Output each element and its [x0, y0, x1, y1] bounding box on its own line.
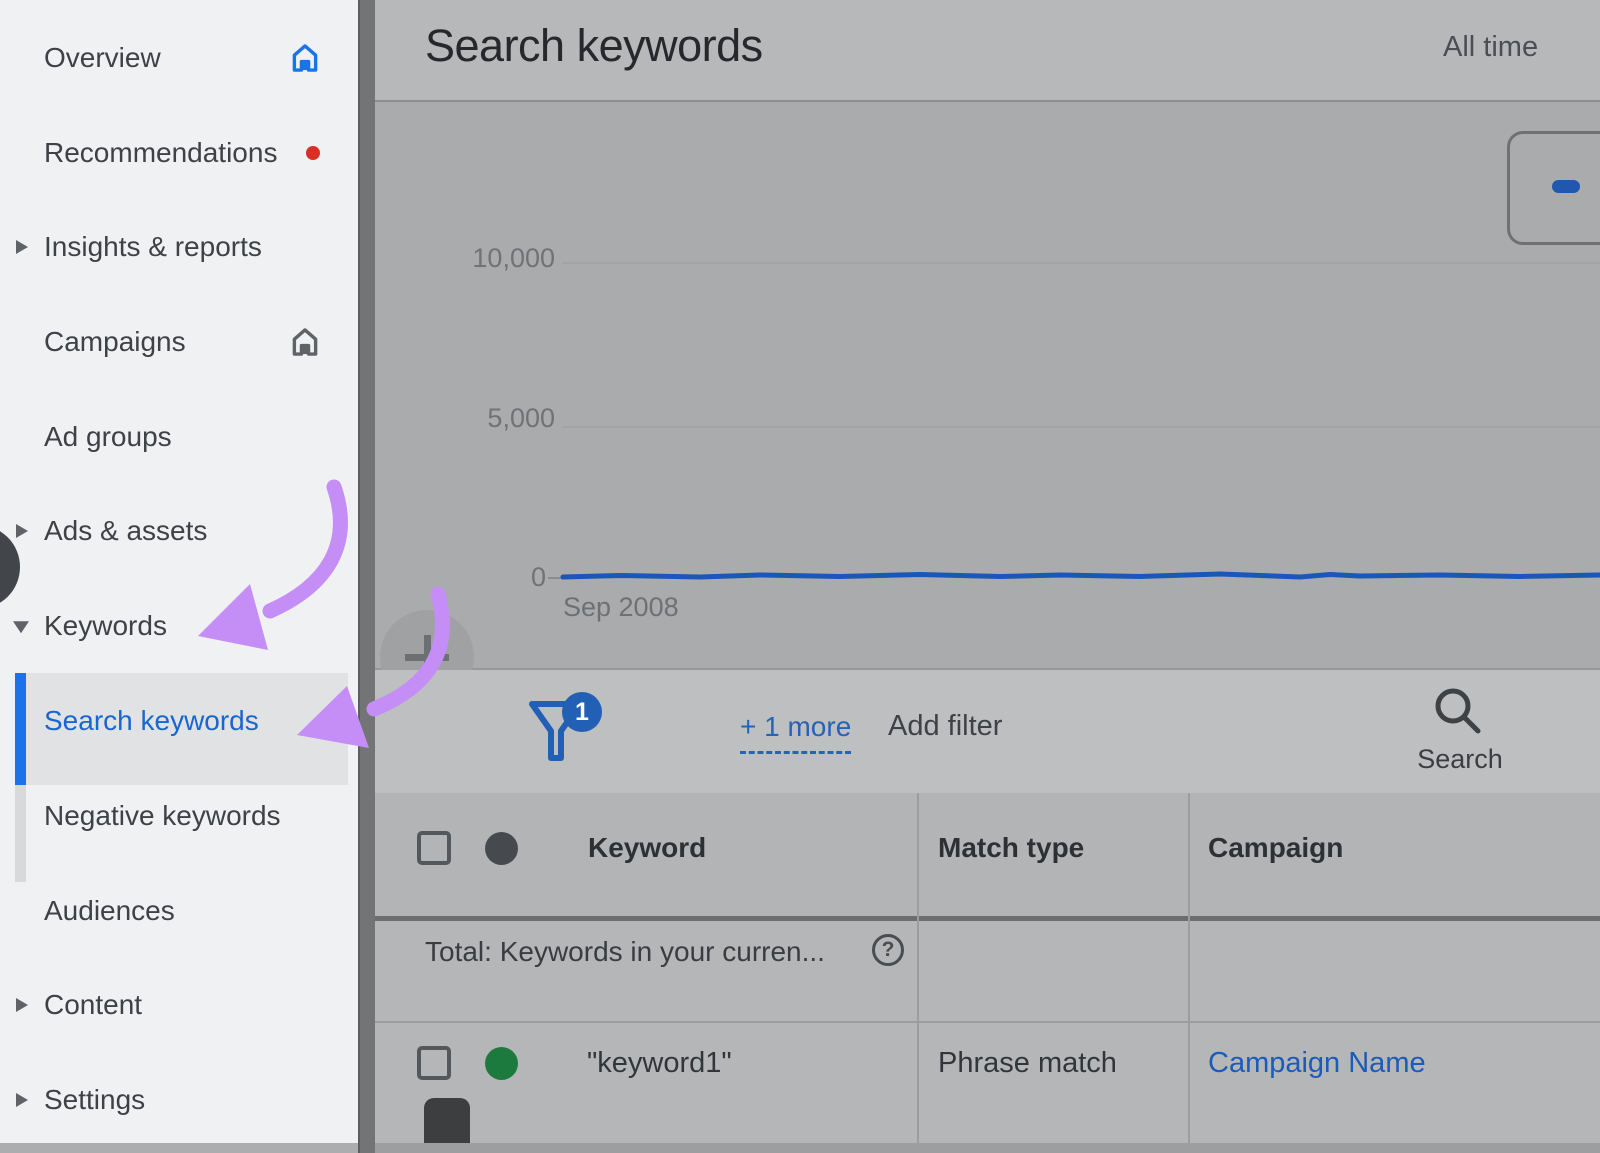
column-header-campaign[interactable]: Campaign	[1208, 832, 1343, 864]
sidebar-item-content[interactable]: Content	[0, 973, 358, 1037]
sidebar-item-label: Audiences	[44, 895, 175, 927]
page-title: Search keywords	[425, 20, 763, 72]
row-checkbox[interactable]	[417, 1046, 451, 1080]
campaign-link[interactable]: Campaign Name	[1208, 1047, 1426, 1080]
google-ads-app: Overview Recommendations Insights & repo…	[0, 0, 1600, 1153]
search-button-label: Search	[1408, 744, 1512, 775]
home-icon	[288, 325, 322, 359]
sidebar-item-negative-keywords[interactable]: Negative keywords	[0, 784, 358, 848]
sidebar-item-label: Recommendations	[44, 137, 277, 169]
chart-line-series	[375, 102, 1600, 668]
match-type-cell: Phrase match	[938, 1047, 1117, 1080]
column-header-keyword[interactable]: Keyword	[588, 832, 706, 864]
chevron-right-icon	[16, 1093, 28, 1107]
help-icon[interactable]: ?	[872, 934, 904, 966]
sidebar-item-label: Ad groups	[44, 421, 172, 453]
column-divider	[1188, 793, 1190, 1143]
sidebar-item-label: Settings	[44, 1084, 145, 1116]
notification-dot-icon	[306, 146, 320, 160]
sidebar-item-campaigns[interactable]: Campaigns	[0, 310, 358, 374]
home-icon	[288, 41, 322, 75]
search-icon	[1432, 685, 1486, 739]
sidebar-item-keywords[interactable]: Keywords	[0, 594, 358, 658]
sidebar-item-label: Ads & assets	[44, 515, 207, 547]
sidebar-item-recommendations[interactable]: Recommendations	[0, 121, 358, 185]
sidebar-bottom-edge	[0, 1143, 358, 1153]
filter-count-badge: 1	[562, 692, 602, 732]
column-divider	[917, 793, 919, 1143]
total-row-label: Total: Keywords in your curren...	[425, 936, 825, 968]
status-enabled-icon[interactable]	[485, 1047, 518, 1080]
table-header-underline	[375, 916, 1600, 921]
status-column-icon	[485, 832, 518, 865]
row-divider	[375, 1021, 1600, 1023]
filters-more-link[interactable]: + 1 more	[740, 711, 851, 754]
sidebar-item-label: Search keywords	[44, 705, 259, 737]
column-header-match-type[interactable]: Match type	[938, 832, 1084, 864]
select-all-checkbox[interactable]	[417, 831, 451, 865]
sidebar-item-overview[interactable]: Overview	[0, 26, 358, 90]
sidebar-item-ads-assets[interactable]: Ads & assets	[0, 499, 358, 563]
sidebar-item-ad-groups[interactable]: Ad groups	[0, 405, 358, 469]
add-filter-button[interactable]: Add filter	[888, 710, 1002, 743]
sidebar-nav: Overview Recommendations Insights & repo…	[0, 0, 358, 1153]
date-range-selector[interactable]: All time	[1443, 31, 1538, 64]
sidebar-item-label: Negative keywords	[44, 800, 281, 832]
sidebar-item-search-keywords[interactable]: Search keywords	[0, 689, 358, 753]
sidebar-item-label: Insights & reports	[44, 231, 262, 263]
scrollbar-thumb[interactable]	[424, 1098, 470, 1143]
sidebar-item-settings[interactable]: Settings	[0, 1068, 358, 1132]
sidebar-item-label: Overview	[44, 42, 161, 74]
keyword-cell: "keyword1"	[587, 1047, 732, 1080]
sidebar-main-divider	[358, 0, 375, 1153]
chevron-right-icon	[16, 240, 28, 254]
sidebar-item-label: Keywords	[44, 610, 167, 642]
chevron-right-icon	[16, 998, 28, 1012]
sidebar-item-insights-reports[interactable]: Insights & reports	[0, 215, 358, 279]
sidebar-item-label: Campaigns	[44, 326, 186, 358]
chevron-down-icon	[13, 621, 29, 633]
sidebar-item-audiences[interactable]: Audiences	[0, 879, 358, 943]
chevron-right-icon	[16, 524, 28, 538]
main-bottom-edge	[375, 1143, 1600, 1153]
sidebar-item-label: Content	[44, 989, 142, 1021]
